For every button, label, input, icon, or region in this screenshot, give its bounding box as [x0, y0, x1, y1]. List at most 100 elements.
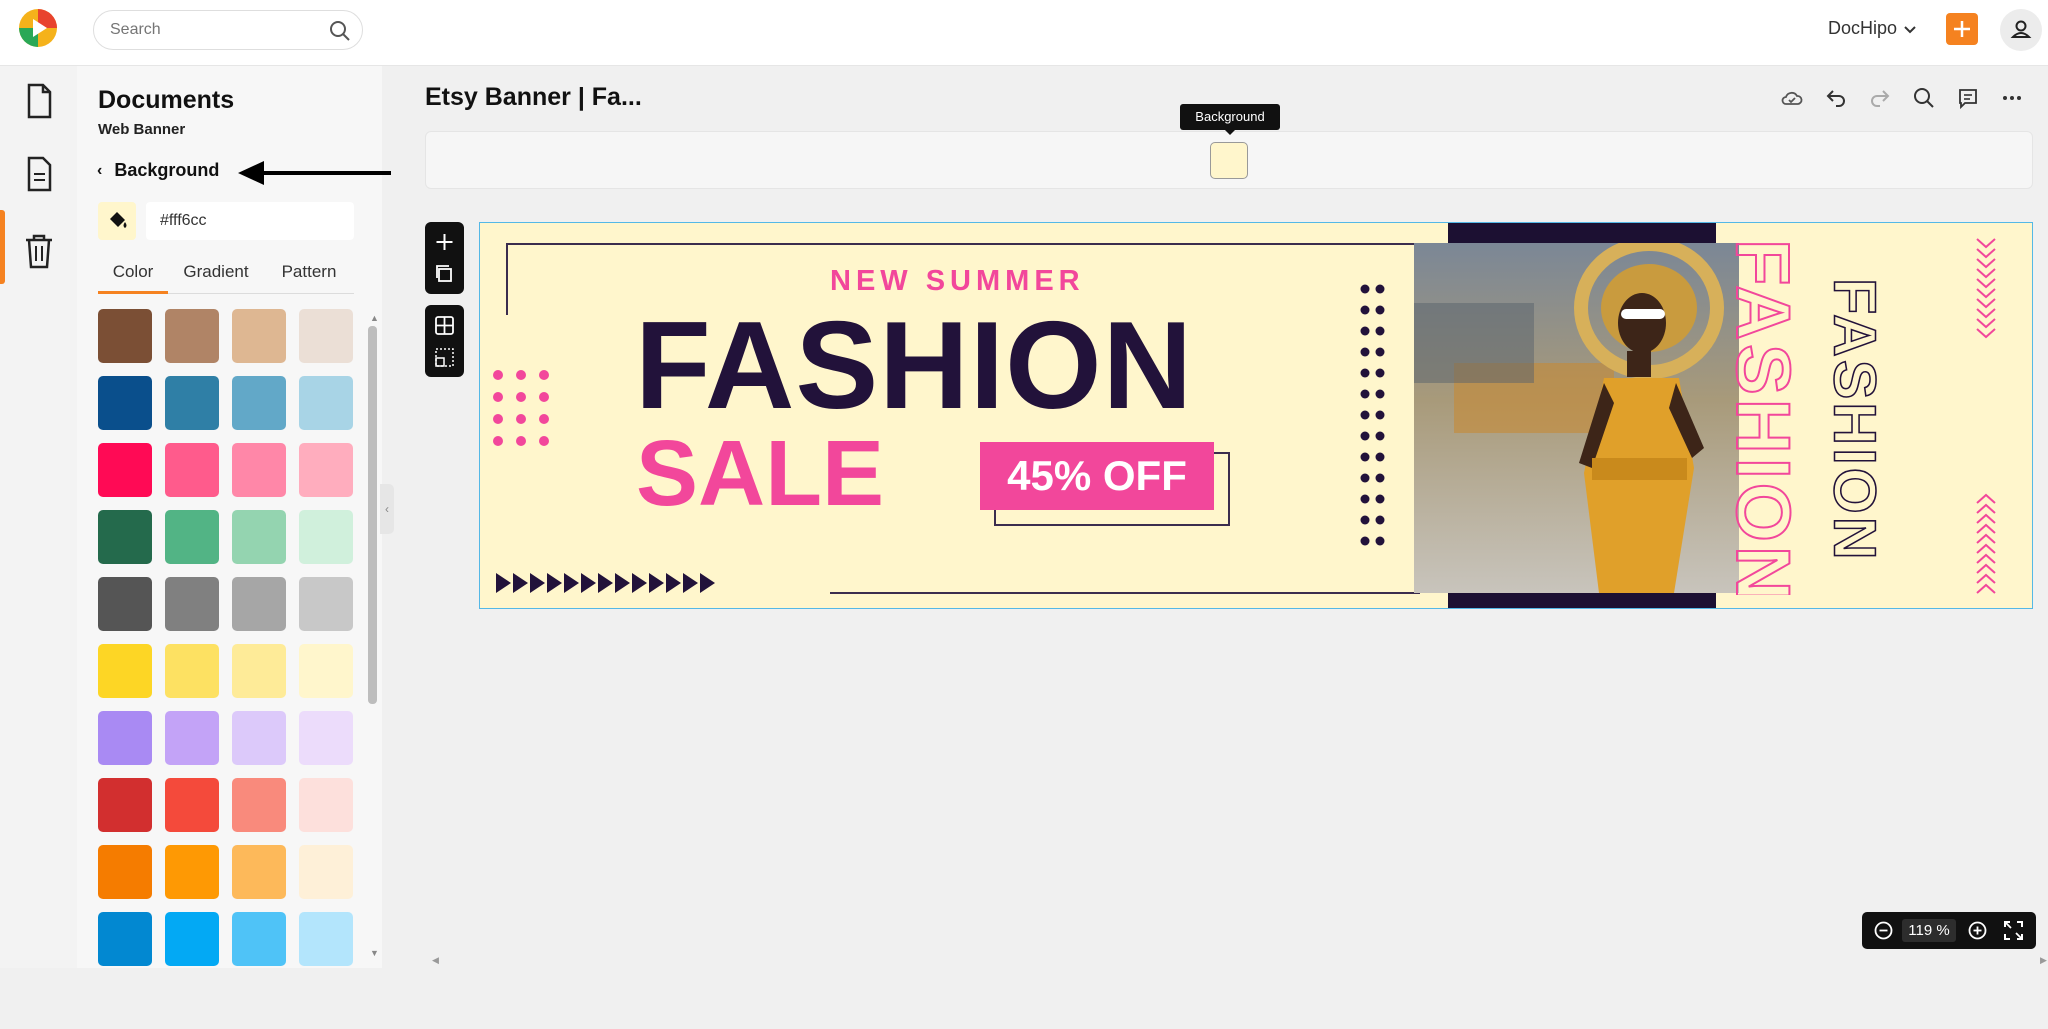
color-swatch[interactable]: [165, 644, 219, 698]
color-swatch[interactable]: [232, 778, 286, 832]
page-icon: [27, 156, 52, 192]
color-swatch[interactable]: [165, 577, 219, 631]
dark-dots-decoration: [1360, 284, 1385, 546]
color-swatch[interactable]: [232, 845, 286, 899]
search-input[interactable]: [110, 11, 310, 49]
tab-pattern[interactable]: Pattern: [264, 260, 354, 294]
search-icon[interactable]: [328, 19, 352, 43]
account-menu[interactable]: DocHipo: [1828, 18, 1917, 39]
search-box[interactable]: [93, 10, 363, 50]
zoom-level[interactable]: 119 %: [1902, 919, 1956, 942]
color-swatch[interactable]: [98, 778, 152, 832]
duplicate-icon: [436, 265, 452, 282]
color-swatch[interactable]: [165, 376, 219, 430]
color-swatch[interactable]: [232, 510, 286, 564]
color-swatch[interactable]: [232, 376, 286, 430]
panel-scroll-up-icon[interactable]: ▲: [370, 313, 379, 323]
dot-mark: [1360, 347, 1370, 357]
color-swatch[interactable]: [299, 443, 353, 497]
dot-mark: [1360, 368, 1370, 378]
rail-trash-button[interactable]: [18, 230, 60, 272]
zoom-out-icon[interactable]: [1872, 919, 1895, 942]
color-swatch[interactable]: [165, 309, 219, 363]
color-swatch[interactable]: [232, 711, 286, 765]
color-swatch[interactable]: [98, 443, 152, 497]
vertical-outline-pink: FASHION: [1725, 238, 1806, 595]
dot-mark: [1360, 326, 1370, 336]
color-swatch[interactable]: [232, 309, 286, 363]
banner-kicker[interactable]: NEW SUMMER: [830, 265, 1085, 298]
color-swatch[interactable]: [299, 644, 353, 698]
color-swatch[interactable]: [299, 912, 353, 966]
color-swatch[interactable]: [98, 510, 152, 564]
zoom-in-icon[interactable]: [1966, 919, 1989, 942]
color-swatch[interactable]: [299, 845, 353, 899]
chevron-left-icon: ‹: [97, 161, 103, 179]
hex-color-input[interactable]: [146, 202, 354, 240]
color-swatch[interactable]: [165, 778, 219, 832]
color-swatch[interactable]: [98, 577, 152, 631]
color-swatch[interactable]: [98, 711, 152, 765]
redo-icon[interactable]: [1868, 86, 1892, 110]
banner-headline[interactable]: FASHION: [635, 301, 1193, 431]
color-swatch[interactable]: [232, 443, 286, 497]
fullscreen-icon[interactable]: [2002, 919, 2025, 942]
h-scroll-left-icon[interactable]: ◀: [432, 955, 439, 966]
vertical-outline-dark: FASHION: [1825, 277, 1889, 563]
color-swatch[interactable]: [299, 711, 353, 765]
color-swatch[interactable]: [299, 778, 353, 832]
rail-page-button[interactable]: [18, 153, 60, 195]
color-swatch[interactable]: [232, 577, 286, 631]
grid-button[interactable]: [425, 309, 464, 341]
triangle-row-decoration: [496, 573, 715, 593]
tab-color[interactable]: Color: [98, 260, 168, 294]
undo-icon[interactable]: [1824, 86, 1848, 110]
color-swatch[interactable]: [165, 510, 219, 564]
h-scroll-right-icon[interactable]: ▶: [2040, 955, 2047, 966]
dot-mark: [1375, 410, 1385, 420]
left-rail: [0, 66, 77, 968]
duplicate-button[interactable]: [425, 258, 464, 290]
color-swatch[interactable]: [98, 376, 152, 430]
panel-scroll-down-icon[interactable]: ▼: [370, 948, 379, 958]
tab-gradient[interactable]: Gradient: [168, 260, 264, 294]
panel-scrollbar[interactable]: [368, 326, 377, 704]
color-swatch[interactable]: [165, 711, 219, 765]
model-photo[interactable]: [1414, 243, 1739, 593]
color-swatch[interactable]: [98, 912, 152, 966]
color-swatch[interactable]: [165, 912, 219, 966]
color-swatch[interactable]: [165, 845, 219, 899]
document-title[interactable]: Etsy Banner | Fa...: [425, 83, 642, 112]
color-swatch[interactable]: [232, 644, 286, 698]
color-swatch[interactable]: [98, 644, 152, 698]
panel-collapse-handle[interactable]: ‹: [380, 484, 394, 534]
banner-subheadline[interactable]: SALE: [636, 423, 884, 523]
background-color-button[interactable]: [1210, 142, 1248, 179]
paint-bucket-icon: [110, 212, 127, 228]
add-icon: [436, 234, 453, 250]
color-swatch[interactable]: [232, 912, 286, 966]
rail-documents-button[interactable]: [18, 80, 60, 122]
color-swatch[interactable]: [165, 443, 219, 497]
banner-canvas[interactable]: NEW SUMMER FASHION SALE 45% OFF FASHION …: [479, 222, 2033, 609]
fill-color-button[interactable]: [98, 202, 136, 240]
create-button[interactable]: [1946, 13, 1978, 45]
cloud-save-icon[interactable]: [1780, 86, 1804, 110]
color-swatch[interactable]: [299, 577, 353, 631]
dochipo-logo-icon[interactable]: [18, 8, 58, 48]
user-avatar-button[interactable]: [2000, 9, 2042, 51]
background-tooltip: Background: [1180, 104, 1280, 135]
discount-badge[interactable]: 45% OFF: [980, 442, 1214, 510]
select-area-button[interactable]: [425, 341, 464, 373]
add-page-button[interactable]: [425, 226, 464, 258]
color-swatch[interactable]: [98, 309, 152, 363]
color-swatch[interactable]: [299, 309, 353, 363]
more-icon[interactable]: [2000, 86, 2024, 110]
color-swatch[interactable]: [299, 510, 353, 564]
color-swatch[interactable]: [98, 845, 152, 899]
back-button[interactable]: ‹ Background: [97, 160, 219, 181]
dot-mark: [1375, 389, 1385, 399]
color-swatch[interactable]: [299, 376, 353, 430]
comment-icon[interactable]: [1956, 86, 1980, 110]
zoom-search-icon[interactable]: [1912, 86, 1936, 110]
